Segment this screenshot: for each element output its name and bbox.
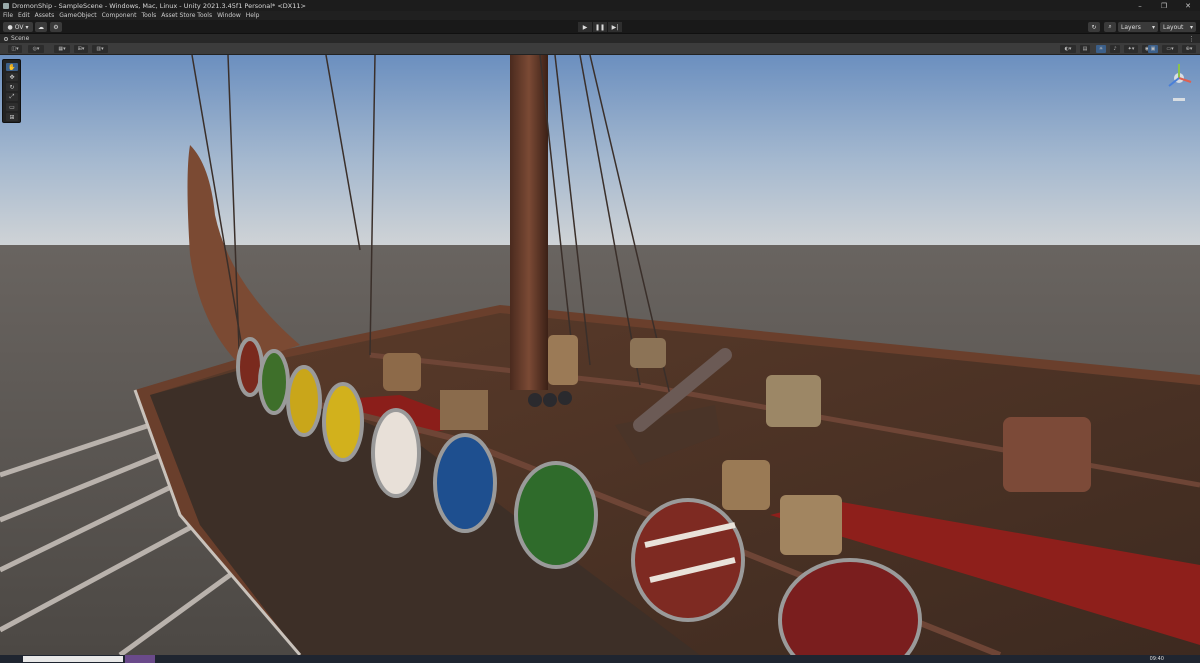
main-toolbar: ● OV ▾ ☁ ⚙ ▶ ❚❚ ▶| ↻ ⌕ Layers ▾ Layout ▾ bbox=[0, 20, 1200, 34]
services-button[interactable]: ⚙ bbox=[50, 22, 62, 32]
menu-tools[interactable]: Tools bbox=[141, 12, 156, 19]
grid-icon: ▦▾ bbox=[58, 46, 66, 52]
axis-gizmo-icon bbox=[1168, 64, 1192, 101]
transform-tools-palette: ✋ ✥ ↻ ⤢ ▭ ⊞ bbox=[2, 59, 21, 123]
account-dropdown[interactable]: ● OV ▾ bbox=[3, 22, 33, 32]
scale-tool-icon[interactable]: ⤢ bbox=[6, 93, 18, 101]
window-title: DromonShip - SampleScene - Windows, Mac,… bbox=[12, 1, 306, 10]
chevron-down-icon: ▾ bbox=[25, 23, 29, 31]
search-icon: ⌕ bbox=[1108, 23, 1112, 30]
2d-icon: ▤ bbox=[1082, 46, 1088, 52]
menu-window[interactable]: Window bbox=[217, 12, 241, 19]
cloud-button[interactable]: ☁ bbox=[35, 22, 47, 32]
close-icon[interactable]: ✕ bbox=[1176, 0, 1200, 11]
lighting-toggle[interactable]: ☀ bbox=[1096, 45, 1106, 53]
transform-tool-icon[interactable]: ⊞ bbox=[6, 113, 18, 121]
scene-tab-label: Scene bbox=[11, 35, 30, 42]
draw-mode-icon: ◫▾ bbox=[11, 46, 19, 52]
increment-snap-icon: ▥▾ bbox=[96, 46, 104, 52]
scene-tab-icon bbox=[4, 36, 8, 41]
audio-toggle[interactable]: ♪ bbox=[1110, 45, 1120, 53]
taskbar-widget[interactable] bbox=[125, 655, 155, 663]
cannonballs bbox=[528, 391, 572, 407]
taskbar-clock: 09:40 bbox=[1149, 656, 1164, 662]
unity-app-icon bbox=[3, 2, 9, 9]
effects-icon: ✦▾ bbox=[1127, 46, 1135, 52]
layout-dropdown[interactable]: Layout ▾ bbox=[1160, 22, 1196, 32]
camera-settings-toggle[interactable]: ▣ bbox=[1148, 45, 1158, 53]
increment-snap-dropdown[interactable]: ▥▾ bbox=[92, 45, 108, 53]
gizmos-dropdown[interactable]: ▭▾ bbox=[1162, 45, 1178, 53]
menu-assets[interactable]: Assets bbox=[35, 12, 55, 19]
playmode-controls: ▶ ❚❚ ▶| bbox=[578, 22, 622, 32]
scene-camera-dropdown[interactable]: ◐▾ bbox=[1060, 45, 1076, 53]
layers-dropdown[interactable]: Layers ▾ bbox=[1118, 22, 1158, 32]
taskbar-search[interactable] bbox=[23, 656, 123, 662]
tab-scene[interactable]: Scene bbox=[4, 35, 29, 42]
layers-label: Layers bbox=[1121, 23, 1141, 31]
audio-icon: ♪ bbox=[1113, 46, 1117, 52]
grid-dropdown[interactable]: ▦▾ bbox=[54, 45, 70, 53]
2d-toggle[interactable]: ▤ bbox=[1080, 45, 1090, 53]
menu-component[interactable]: Component bbox=[102, 12, 137, 19]
minimize-icon[interactable]: – bbox=[1128, 0, 1152, 11]
menu-edit[interactable]: Edit bbox=[18, 12, 30, 19]
pivot-dropdown[interactable]: ◎▾ bbox=[28, 45, 44, 53]
gizmos-icon: ▭▾ bbox=[1166, 46, 1174, 52]
camera-icon: ◐▾ bbox=[1064, 46, 1072, 52]
menu-file[interactable]: File bbox=[3, 12, 13, 19]
os-taskbar: 09:40 bbox=[0, 655, 1200, 663]
step-icon[interactable]: ▶| bbox=[608, 22, 622, 32]
menu-help[interactable]: Help bbox=[246, 12, 260, 19]
more-options-icon[interactable]: ⋮ bbox=[1188, 35, 1195, 43]
move-tool-icon[interactable]: ✥ bbox=[6, 73, 18, 81]
history-icon: ↻ bbox=[1091, 23, 1097, 31]
scene-viewport[interactable] bbox=[0, 55, 1200, 655]
window-controls: – ❐ ✕ bbox=[1128, 0, 1200, 11]
light-bulb-icon: ☀ bbox=[1098, 46, 1104, 52]
draw-mode-dropdown[interactable]: ◫▾ bbox=[8, 45, 22, 53]
title-bar: DromonShip - SampleScene - Windows, Mac,… bbox=[0, 0, 1200, 11]
sky bbox=[0, 55, 1200, 245]
search-button[interactable]: ⌕ bbox=[1104, 22, 1116, 32]
rotate-tool-icon[interactable]: ↻ bbox=[6, 83, 18, 91]
maximize-icon[interactable]: ❐ bbox=[1152, 0, 1176, 11]
globe-icon: ⊕▾ bbox=[1185, 46, 1193, 52]
main-mast bbox=[510, 55, 548, 390]
effects-dropdown[interactable]: ✦▾ bbox=[1124, 45, 1138, 53]
play-icon[interactable]: ▶ bbox=[578, 22, 592, 32]
account-icon: ● bbox=[7, 23, 13, 31]
services-icon: ⚙ bbox=[53, 23, 59, 31]
menu-gameobject[interactable]: GameObject bbox=[59, 12, 96, 19]
chevron-down-icon: ▾ bbox=[1189, 23, 1193, 31]
menu-bar: File Edit Assets GameObject Component To… bbox=[0, 11, 1200, 20]
snap-dropdown[interactable]: ⊞▾ bbox=[74, 45, 88, 53]
camera-settings-icon: ▣ bbox=[1150, 46, 1156, 52]
scene-tab-bar: Scene ⋮ bbox=[0, 34, 1200, 43]
pause-icon[interactable]: ❚❚ bbox=[593, 22, 607, 32]
orientation-gizmo[interactable] bbox=[1164, 60, 1194, 108]
menu-asset-store-tools[interactable]: Asset Store Tools bbox=[161, 12, 212, 19]
globe-dropdown[interactable]: ⊕▾ bbox=[1182, 45, 1196, 53]
view-tool-icon[interactable]: ✋ bbox=[6, 63, 18, 71]
cloud-icon: ☁ bbox=[38, 23, 44, 31]
layout-label: Layout bbox=[1163, 23, 1184, 31]
account-label: OV bbox=[14, 23, 24, 31]
pivot-icon: ◎▾ bbox=[32, 46, 40, 52]
rect-tool-icon[interactable]: ▭ bbox=[6, 103, 18, 111]
snap-icon: ⊞▾ bbox=[77, 46, 85, 52]
chevron-down-icon: ▾ bbox=[1151, 23, 1155, 31]
scene-render bbox=[0, 55, 1200, 655]
scene-view-toolbar: ◫▾ ◎▾ ▦▾ ⊞▾ ▥▾ ◐▾ ▤ ☀ ♪ ✦▾ ◉ ▣ ▭▾ ⊕▾ bbox=[0, 43, 1200, 55]
history-button[interactable]: ↻ bbox=[1088, 22, 1100, 32]
